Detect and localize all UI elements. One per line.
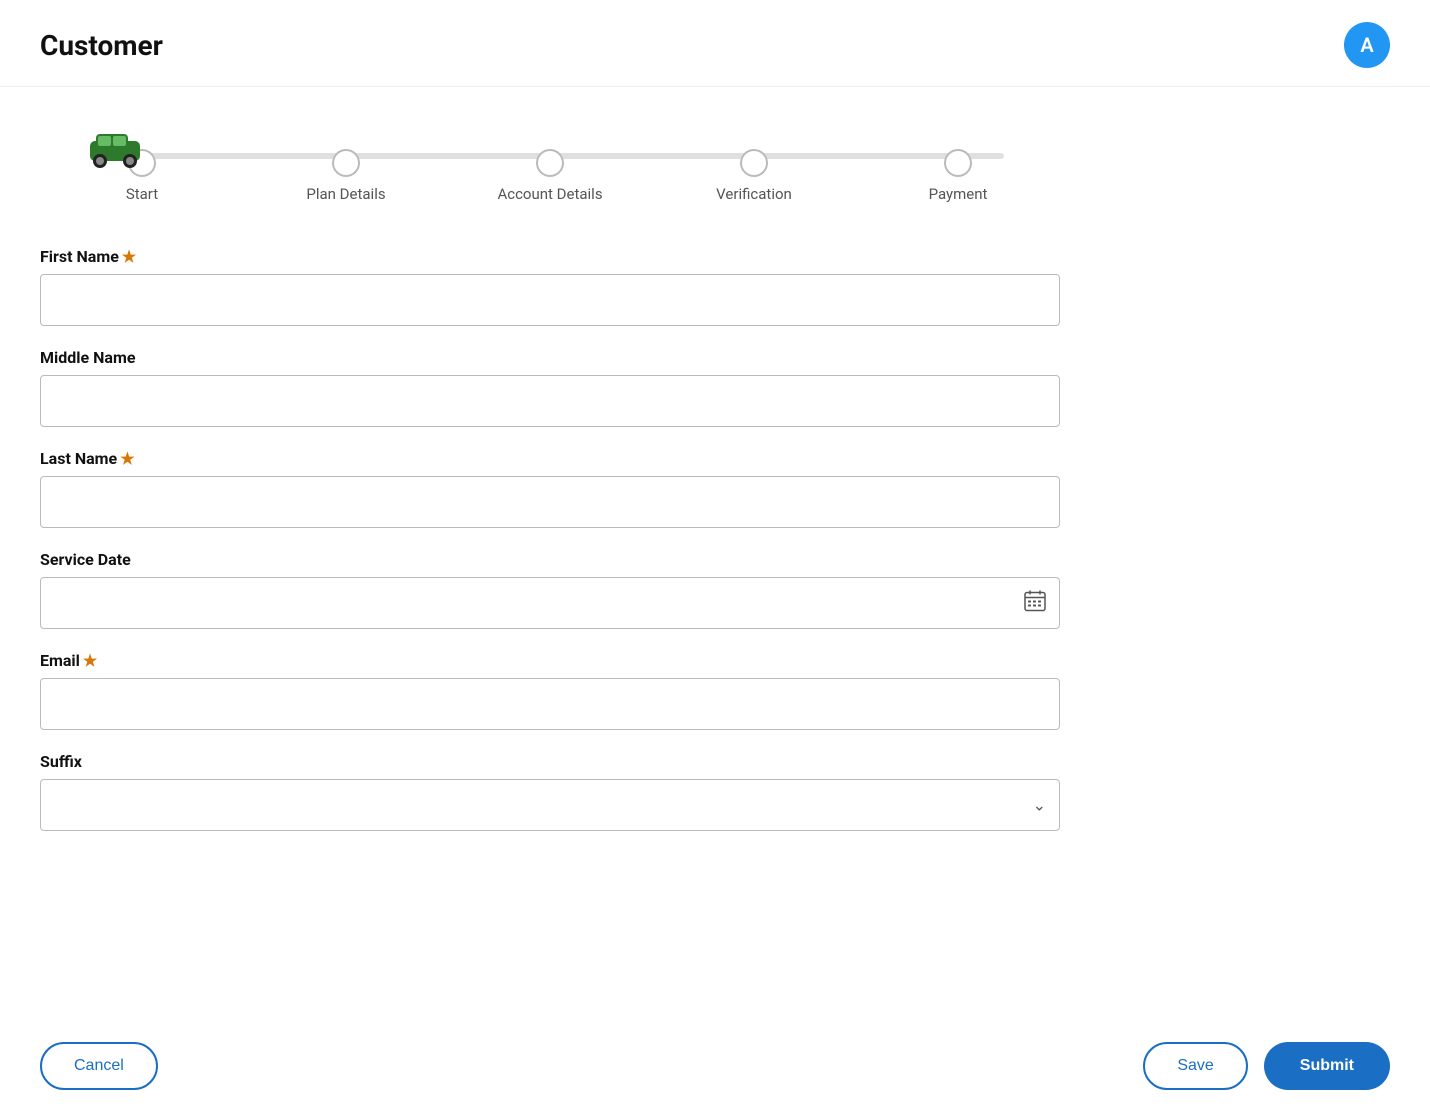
submit-button[interactable]: Submit	[1264, 1042, 1390, 1090]
email-label: Email★	[40, 651, 1060, 670]
step-verification: Verification	[652, 137, 856, 203]
last-name-input[interactable]	[40, 476, 1060, 528]
step-circle-payment	[944, 149, 972, 177]
step-label-plan: Plan Details	[306, 185, 385, 203]
step-plan-details: Plan Details	[244, 137, 448, 203]
first-name-label: First Name★	[40, 247, 1060, 266]
step-label-payment: Payment	[929, 185, 988, 203]
page-title: Customer	[40, 29, 163, 62]
service-date-wrapper	[40, 577, 1060, 629]
email-group: Email★	[40, 651, 1060, 730]
footer: Cancel Save Submit	[0, 1012, 1430, 1120]
last-name-required-star: ★	[120, 449, 134, 468]
service-date-input[interactable]	[40, 577, 1060, 629]
stepper-steps: Start Plan Details Account Details Verif…	[40, 137, 1060, 203]
avatar[interactable]: A	[1344, 22, 1390, 68]
step-label-account: Account Details	[497, 185, 602, 203]
first-name-group: First Name★	[40, 247, 1060, 326]
email-required-star: ★	[83, 651, 97, 670]
step-label-start: Start	[126, 185, 158, 203]
service-date-label: Service Date	[40, 550, 1060, 569]
step-circle-plan	[332, 149, 360, 177]
save-button[interactable]: Save	[1143, 1042, 1247, 1090]
step-circle-account	[536, 149, 564, 177]
last-name-group: Last Name★	[40, 449, 1060, 528]
email-input[interactable]	[40, 678, 1060, 730]
suffix-label: Suffix	[40, 752, 1060, 771]
step-circle-verification	[740, 149, 768, 177]
middle-name-label: Middle Name	[40, 348, 1060, 367]
suffix-group: Suffix Jr. Sr. II III IV ⌄	[40, 752, 1060, 831]
account-details-form: First Name★ Middle Name Last Name★ Servi…	[40, 247, 1060, 831]
suffix-select[interactable]: Jr. Sr. II III IV	[40, 779, 1060, 831]
step-label-verification: Verification	[716, 185, 792, 203]
suffix-select-wrapper: Jr. Sr. II III IV ⌄	[40, 779, 1060, 831]
main-content: Start Plan Details Account Details Verif…	[0, 87, 1100, 893]
cancel-button[interactable]: Cancel	[40, 1042, 158, 1090]
header: Customer A	[0, 0, 1430, 87]
first-name-required-star: ★	[122, 247, 136, 266]
car-icon	[82, 127, 148, 169]
step-payment: Payment	[856, 137, 1060, 203]
first-name-input[interactable]	[40, 274, 1060, 326]
footer-right-buttons: Save Submit	[1143, 1042, 1390, 1090]
progress-stepper: Start Plan Details Account Details Verif…	[40, 127, 1060, 203]
service-date-group: Service Date	[40, 550, 1060, 629]
step-account-details: Account Details	[448, 137, 652, 203]
last-name-label: Last Name★	[40, 449, 1060, 468]
middle-name-input[interactable]	[40, 375, 1060, 427]
middle-name-group: Middle Name	[40, 348, 1060, 427]
